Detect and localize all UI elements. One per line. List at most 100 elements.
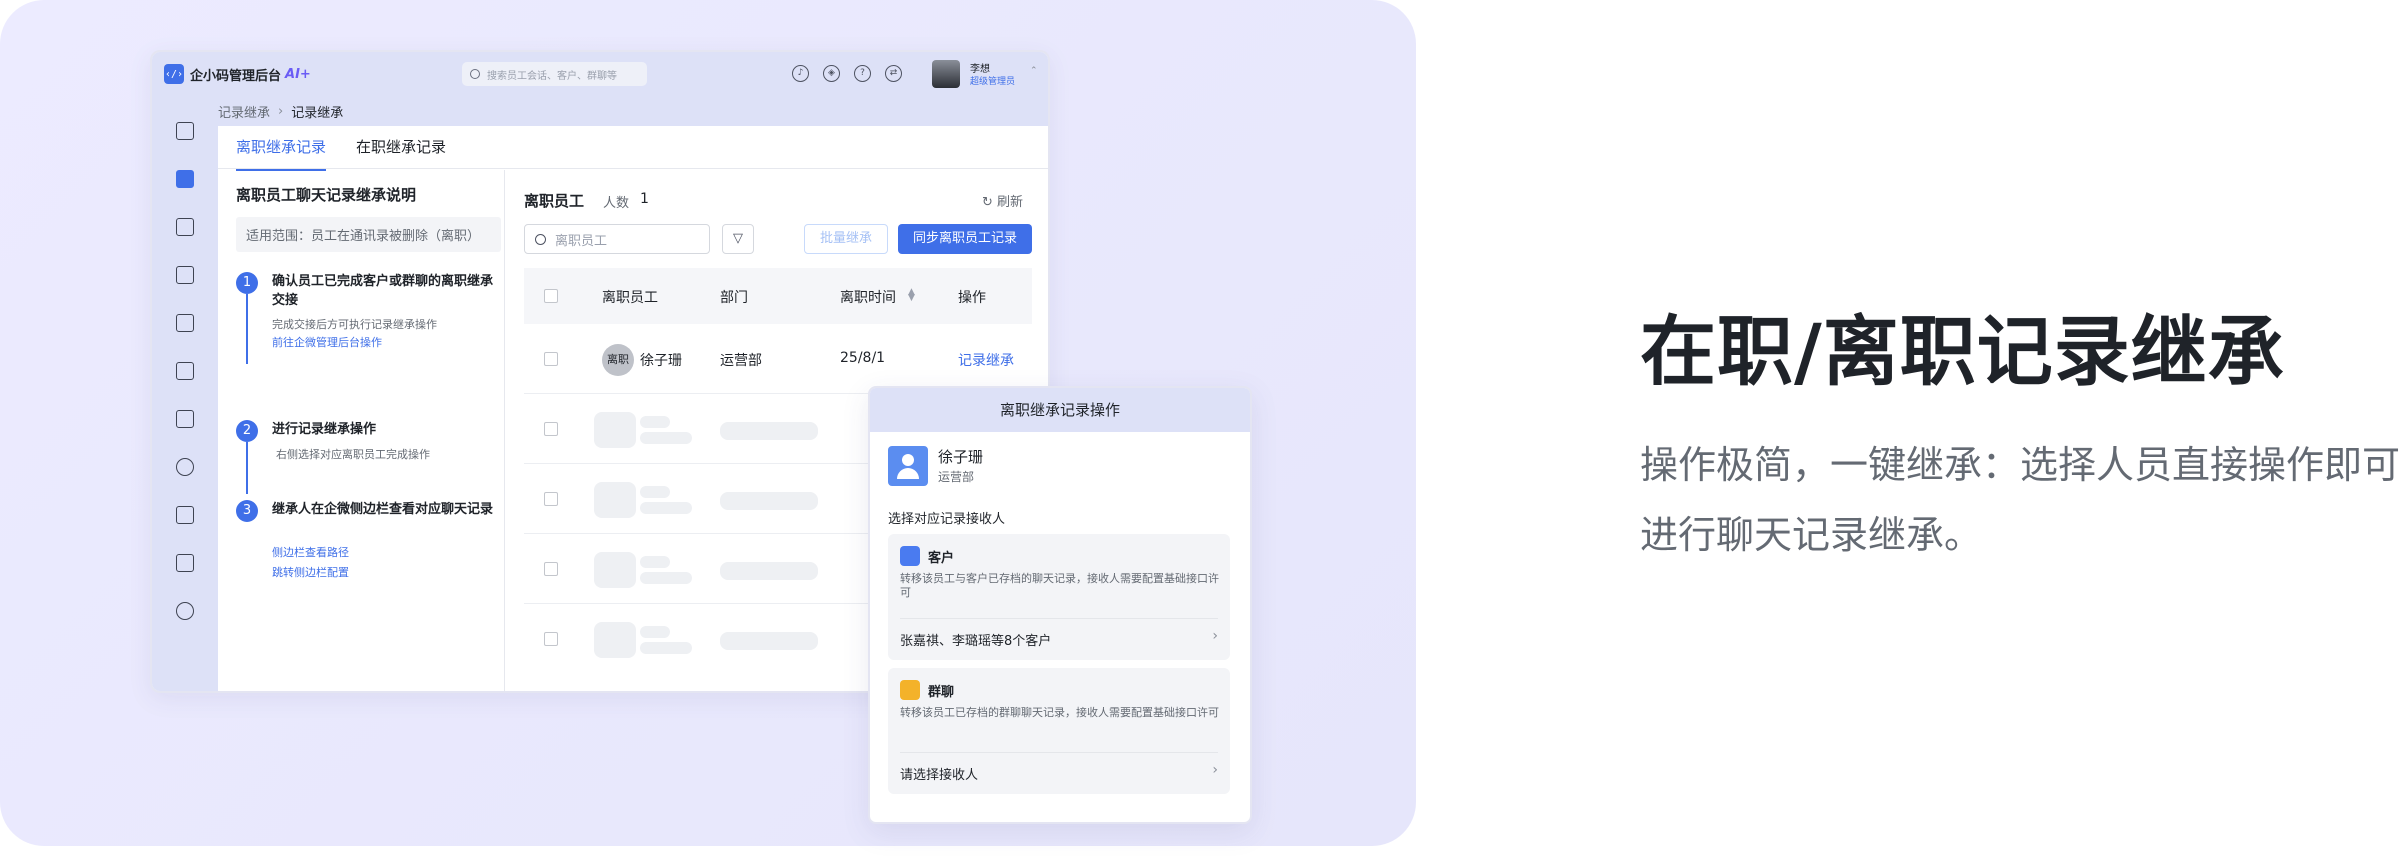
alarm-icon[interactable]: [176, 314, 194, 332]
user-name: 李想: [970, 64, 990, 75]
refresh-button[interactable]: ↻ 刷新: [982, 191, 1023, 210]
step-desc: 右侧选择对应离职员工完成操作: [276, 448, 430, 461]
breadcrumb-parent[interactable]: 记录继承: [218, 102, 270, 121]
book-icon[interactable]: [176, 218, 194, 236]
card-receiver-select[interactable]: 请选择接收人: [900, 764, 978, 783]
table-row: 离职 徐子珊 运营部 25/8/1 记录继承: [524, 324, 1032, 394]
step-title: 继承人在企微侧边栏查看对应聊天记录: [272, 502, 494, 517]
shield-icon[interactable]: [176, 266, 194, 284]
sync-resigned-button[interactable]: 同步离职员工记录: [898, 224, 1032, 254]
refresh-icon: ↻: [982, 195, 998, 210]
list-title: 离职员工: [524, 192, 585, 210]
skeleton-text: [720, 562, 818, 580]
chevron-right-icon[interactable]: ›: [1212, 628, 1218, 644]
resigned-badge: 离职: [602, 344, 634, 376]
receiver-card-customer: 客户 转移该员工与客户已存档的聊天记录，接收人需要配置基础接口许可 张嘉祺、李璐…: [888, 534, 1230, 660]
chat-icon[interactable]: [176, 458, 194, 476]
row-checkbox[interactable]: [544, 422, 558, 436]
guide-title: 离职员工聊天记录继承说明: [236, 186, 417, 204]
row-checkbox[interactable]: [544, 352, 558, 366]
column-dept: 部门: [720, 290, 748, 306]
customer-icon: [900, 546, 920, 566]
list-count: 1: [640, 191, 649, 207]
tabs: 离职继承记录 在职继承记录: [236, 136, 446, 171]
panel-employee-dept: 运营部: [938, 470, 975, 484]
employee-search-input[interactable]: 离职员工: [524, 224, 710, 254]
titlebar: ‹/› 企小码管理后台 AI+ 搜索员工会话、客户、群聊等 ♪ ◈ ? ⇄ 李想…: [152, 52, 1048, 96]
skeleton-avatar: [594, 412, 636, 448]
select-all-checkbox[interactable]: [544, 289, 558, 303]
settings-icon[interactable]: [176, 602, 194, 620]
row-checkbox[interactable]: [544, 632, 558, 646]
guide-step: 1 确认员工已完成客户或群聊的离职继承交接 完成交接后方可执行记录继承操作 前往…: [236, 272, 501, 372]
skeleton-avatar: [594, 552, 636, 588]
breadcrumb-separator-icon: ›: [278, 103, 284, 119]
step-connector: [246, 442, 248, 494]
skeleton-text: [640, 416, 670, 428]
ai-badge: AI+: [285, 66, 311, 82]
row-checkbox[interactable]: [544, 562, 558, 576]
search-icon: [470, 69, 480, 79]
report-icon[interactable]: [176, 554, 194, 572]
app-logo-icon: ‹/›: [164, 64, 184, 84]
guide-step: 2 进行记录继承操作 右侧选择对应离职员工完成操作: [236, 420, 501, 500]
skeleton-avatar: [594, 482, 636, 518]
document-search-icon[interactable]: [176, 362, 194, 380]
refresh-label: 刷新: [997, 195, 1024, 210]
chevron-right-icon[interactable]: ›: [1212, 762, 1218, 778]
skeleton-text: [720, 422, 818, 440]
skeleton-text: [640, 432, 692, 444]
step-link[interactable]: 侧边栏查看路径: [272, 544, 349, 560]
org-tree-icon[interactable]: [176, 506, 194, 524]
sort-icon[interactable]: ▲ ▼: [908, 288, 915, 303]
global-search-input[interactable]: 搜索员工会话、客户、群聊等: [462, 62, 647, 86]
skeleton-text: [640, 486, 670, 498]
switch-icon[interactable]: ⇄: [885, 65, 902, 82]
global-search-placeholder: 搜索员工会话、客户、群聊等: [487, 70, 617, 82]
step-connector: [246, 294, 248, 364]
step-link[interactable]: 跳转侧边栏配置: [272, 564, 349, 580]
card-title: 客户: [928, 551, 955, 566]
chevron-down-icon[interactable]: ⌃: [1030, 66, 1038, 76]
step-link[interactable]: 前往企微管理后台操作: [272, 334, 382, 350]
avatar[interactable]: [932, 60, 960, 88]
resign-date: 25/8/1: [840, 350, 886, 366]
user-role: 超级管理员: [970, 77, 1016, 87]
card-divider: [900, 618, 1218, 619]
app-name: 企小码管理后台: [190, 68, 282, 84]
employee-dept: 运营部: [720, 353, 762, 369]
inherit-link[interactable]: 记录继承: [958, 350, 1014, 370]
skeleton-text: [640, 556, 670, 568]
card-divider: [900, 752, 1218, 753]
folder-icon[interactable]: [176, 170, 194, 188]
help-icon[interactable]: ?: [854, 65, 871, 82]
breadcrumb: 记录继承 › 记录继承: [218, 96, 1048, 126]
guide-step: 3 继承人在企微侧边栏查看对应聊天记录 侧边栏查看路径 跳转侧边栏配置: [236, 500, 501, 590]
employee-search-placeholder: 离职员工: [555, 233, 608, 249]
step-number: 2: [236, 420, 258, 442]
skeleton-text: [640, 572, 692, 584]
inherit-operation-panel: 离职继承记录操作 徐子珊 运营部 选择对应记录接收人 客户 转移该员工与客户已存…: [868, 386, 1252, 824]
tabs-divider: [218, 168, 1048, 169]
chart-icon[interactable]: [176, 410, 194, 428]
bell-icon[interactable]: ♪: [792, 65, 809, 82]
compass-icon[interactable]: ◈: [823, 65, 840, 82]
skeleton-text: [640, 642, 692, 654]
step-desc: 完成交接后方可执行记录继承操作: [272, 318, 437, 331]
row-checkbox[interactable]: [544, 492, 558, 506]
panel-title: 离职继承记录操作: [870, 388, 1250, 432]
building-icon[interactable]: [176, 122, 194, 140]
step-title: 确认员工已完成客户或群聊的离职继承交接: [272, 274, 494, 308]
panel-subtitle: 选择对应记录接收人: [888, 512, 1006, 527]
column-date[interactable]: 离职时间: [840, 287, 896, 307]
card-receiver-select[interactable]: 张嘉祺、李璐瑶等8个客户: [900, 630, 1051, 649]
filter-icon: ▽: [733, 231, 743, 246]
tab-onjob-inherit[interactable]: 在职继承记录: [356, 136, 446, 171]
left-nav: [152, 96, 218, 691]
filter-button[interactable]: ▽: [722, 224, 754, 254]
tab-resigned-inherit[interactable]: 离职继承记录: [236, 136, 327, 171]
breadcrumb-current: 记录继承: [291, 105, 344, 121]
step-number: 1: [236, 272, 258, 294]
batch-inherit-button[interactable]: 批量继承: [804, 224, 888, 254]
table-header: 离职员工 部门 离职时间 ▲ ▼ 操作: [524, 268, 1032, 324]
